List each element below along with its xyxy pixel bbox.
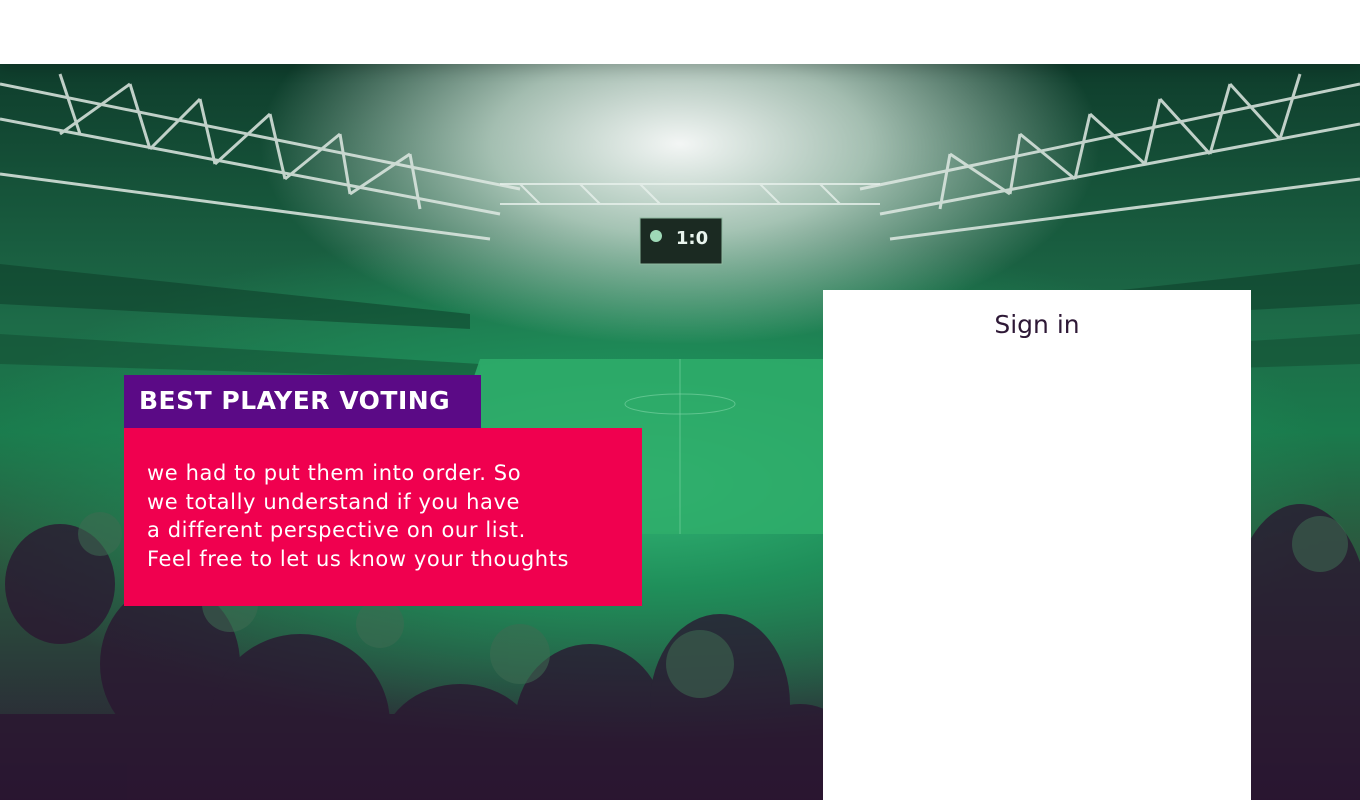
promo-text-line: a different perspective on our list. <box>147 518 526 542</box>
roof-truss-right <box>859 73 1360 241</box>
scoreboard-score: 1:0 <box>676 228 708 249</box>
promo-text-line: Feel free to let us know your thoughts <box>147 547 570 571</box>
promo-text-line: we totally understand if you have <box>147 490 521 514</box>
signin-panel: Sign in <box>823 290 1251 800</box>
signin-title: Sign in <box>994 310 1080 339</box>
promo-text-line: we had to put them into order. So <box>147 461 522 485</box>
promo-title: BEST PLAYER VOTING <box>139 386 451 415</box>
roof-truss-left <box>0 73 521 241</box>
promo-description-box: we had to put them into order. So we tot… <box>124 428 642 606</box>
promo-title-box: BEST PLAYER VOTING <box>124 375 481 428</box>
stadium-scoreboard: 1:0 <box>639 217 723 265</box>
roof-truss-far <box>500 183 880 205</box>
top-navigation-bar <box>0 0 1360 64</box>
